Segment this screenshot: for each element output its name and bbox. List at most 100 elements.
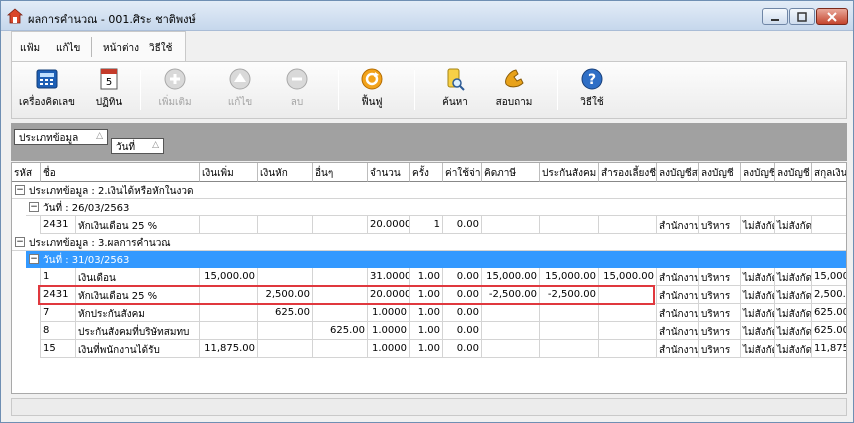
restore-button[interactable]: ฟื้นฟู: [347, 66, 397, 114]
cell-code[interactable]: 15: [41, 340, 76, 358]
cell-acc4[interactable]: ไม่สังกัด: [775, 268, 812, 286]
cell-currency[interactable]: 11,875: [812, 340, 846, 358]
cell-sso[interactable]: 15,000.00: [540, 268, 599, 286]
column-header[interactable]: ชื่อ: [41, 163, 200, 182]
cell-acc4[interactable]: ไม่สังกัด: [775, 340, 812, 358]
search-button[interactable]: ค้นหา: [432, 66, 478, 114]
cell-acc2[interactable]: บริหาร: [699, 304, 741, 322]
cell-minus[interactable]: [258, 322, 313, 340]
cell-other[interactable]: [313, 286, 368, 304]
cell-tax[interactable]: [482, 322, 540, 340]
cell-acc1[interactable]: สำนักงาน: [657, 216, 699, 234]
cell-tax[interactable]: 15,000.00: [482, 268, 540, 286]
cell-tax[interactable]: -2,500.00: [482, 286, 540, 304]
cell-expense[interactable]: 0.00: [443, 322, 482, 340]
column-header[interactable]: ลงบัญชี: [699, 163, 741, 182]
cell-currency[interactable]: 15,000: [812, 268, 846, 286]
cell-name[interactable]: ประกันสังคมที่บริษัทสมทบ: [76, 322, 200, 340]
cell-sso[interactable]: -2,500.00: [540, 286, 599, 304]
cell-tax[interactable]: [482, 216, 540, 234]
cell-acc4[interactable]: ไม่สังกัด: [775, 304, 812, 322]
column-header[interactable]: สกุลเงิน: [812, 163, 846, 182]
cell-expense[interactable]: 0.00: [443, 286, 482, 304]
table-row[interactable]: 8 ประกันสังคมที่บริษัทสมทบ 625.00 1.0000 1.0…: [12, 322, 846, 340]
collapse-icon[interactable]: −: [15, 185, 25, 195]
cell-pf[interactable]: [599, 286, 657, 304]
calendar-button[interactable]: 5 ปฏิทิน: [86, 66, 132, 114]
cell-expense[interactable]: 0.00: [443, 268, 482, 286]
cell-acc4[interactable]: ไม่สังกัด: [775, 216, 812, 234]
cell-acc3[interactable]: ไม่สังกัด: [741, 340, 775, 358]
cell-pf[interactable]: [599, 322, 657, 340]
cell-currency[interactable]: 625.00: [812, 322, 846, 340]
menu-window[interactable]: หน้าต่าง: [103, 41, 139, 56]
cell-plus[interactable]: [200, 286, 258, 304]
column-header[interactable]: อื่นๆ: [313, 163, 368, 182]
cell-acc3[interactable]: ไม่สังกัด: [741, 216, 775, 234]
group-chip-type[interactable]: ประเภทข้อมูล △: [14, 129, 108, 145]
column-header[interactable]: ลงบัญชีส: [657, 163, 699, 182]
cell-expense[interactable]: 0.00: [443, 216, 482, 234]
cell-plus[interactable]: 11,875.00: [200, 340, 258, 358]
calculator-button[interactable]: เครื่องคิดเลข: [16, 66, 78, 114]
cell-currency[interactable]: 625.00: [812, 304, 846, 322]
cell-times[interactable]: 1.00: [410, 304, 443, 322]
cell-acc1[interactable]: สำนักงาน: [657, 340, 699, 358]
cell-other[interactable]: 625.00: [313, 322, 368, 340]
cell-sso[interactable]: [540, 216, 599, 234]
table-row[interactable]: 2431 หักเงินเดือน 25 % 2,500.00 20.0000 1.00…: [12, 286, 846, 304]
group-row[interactable]: − ประเภทข้อมูล : 3.ผลการคำนวณ: [12, 234, 846, 251]
add-button[interactable]: เพิ่มเติม: [152, 66, 198, 114]
cell-acc1[interactable]: สำนักงาน: [657, 268, 699, 286]
cell-code[interactable]: 2431: [41, 286, 76, 304]
group-row[interactable]: − วันที่ : 26/03/2563: [26, 199, 846, 216]
cell-sso[interactable]: [540, 340, 599, 358]
delete-button[interactable]: ลบ: [274, 66, 320, 114]
column-header[interactable]: ลงบัญชี: [741, 163, 775, 182]
column-header[interactable]: สำรองเลี้ยงชีพ: [599, 163, 657, 182]
edit-button[interactable]: แก้ไข: [217, 66, 263, 114]
menu-help[interactable]: วิธีใช้: [149, 41, 172, 56]
cell-amount[interactable]: 31.0000: [368, 268, 410, 286]
cell-name[interactable]: เงินที่พนักงานได้รับ: [76, 340, 200, 358]
cell-acc2[interactable]: บริหาร: [699, 268, 741, 286]
cell-plus[interactable]: 15,000.00: [200, 268, 258, 286]
group-row[interactable]: − ประเภทข้อมูล : 2.เงินได้หรือหักในงวด: [12, 182, 846, 199]
cell-amount[interactable]: 20.0000: [368, 216, 410, 234]
column-header[interactable]: เงินหัก: [258, 163, 313, 182]
minimize-button[interactable]: [762, 8, 788, 25]
cell-amount[interactable]: 1.0000: [368, 340, 410, 358]
cell-sso[interactable]: [540, 322, 599, 340]
cell-code[interactable]: 2431: [41, 216, 76, 234]
cell-currency[interactable]: [812, 216, 846, 234]
help-button[interactable]: ? วิธีใช้: [569, 66, 615, 114]
cell-pf[interactable]: [599, 340, 657, 358]
close-button[interactable]: [816, 8, 848, 25]
cell-expense[interactable]: 0.00: [443, 304, 482, 322]
cell-acc3[interactable]: ไม่สังกัด: [741, 304, 775, 322]
cell-amount[interactable]: 1.0000: [368, 322, 410, 340]
menu-file[interactable]: แฟ้ม: [20, 41, 40, 56]
cell-acc2[interactable]: บริหาร: [699, 322, 741, 340]
cell-minus[interactable]: 2,500.00: [258, 286, 313, 304]
cell-expense[interactable]: 0.00: [443, 340, 482, 358]
column-header[interactable]: เงินเพิ่ม: [200, 163, 258, 182]
cell-code[interactable]: 8: [41, 322, 76, 340]
cell-acc1[interactable]: สำนักงาน: [657, 286, 699, 304]
column-header[interactable]: ลงบัญชี: [775, 163, 812, 182]
cell-plus[interactable]: [200, 216, 258, 234]
cell-times[interactable]: 1.00: [410, 286, 443, 304]
cell-pf[interactable]: [599, 216, 657, 234]
cell-name[interactable]: หักเงินเดือน 25 %: [76, 216, 200, 234]
cell-pf[interactable]: [599, 304, 657, 322]
cell-acc4[interactable]: ไม่สังกัด: [775, 286, 812, 304]
column-header[interactable]: ประกันสังคม: [540, 163, 599, 182]
cell-acc2[interactable]: บริหาร: [699, 340, 741, 358]
collapse-icon[interactable]: −: [15, 237, 25, 247]
cell-tax[interactable]: [482, 304, 540, 322]
cell-acc1[interactable]: สำนักงาน: [657, 322, 699, 340]
cell-name[interactable]: หักเงินเดือน 25 %: [76, 286, 200, 304]
cell-acc3[interactable]: ไม่สังกัด: [741, 322, 775, 340]
column-header[interactable]: จำนวน: [368, 163, 410, 182]
maximize-button[interactable]: [789, 8, 815, 25]
